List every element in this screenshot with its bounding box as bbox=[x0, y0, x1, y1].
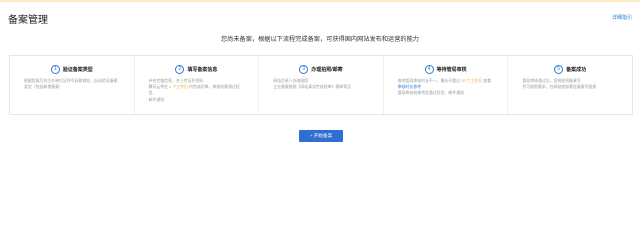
step-title: 办理拍照/邮寄 bbox=[311, 66, 343, 73]
step-description: 补充完整信息，并上传证件资料 腾讯云将在 1 个工作日 内完成初审，审核结果通过… bbox=[148, 78, 240, 102]
step-number: 1 bbox=[50, 64, 60, 74]
review-duration-link[interactable]: 审核时长参考 bbox=[398, 84, 421, 89]
step-1: 1 验证备案类型 根据您填写的主办单位证件号码和域名，自动验证备案 类型（包括新… bbox=[10, 56, 135, 114]
step-title: 填写备案信息 bbox=[187, 66, 218, 73]
step-number: 2 bbox=[175, 64, 185, 74]
top-accent-line bbox=[0, 0, 640, 2]
step-title: 验证备案类型 bbox=[62, 66, 93, 73]
highlight-days: 20 个工作日 bbox=[461, 78, 483, 83]
step-number: 5 bbox=[554, 64, 564, 74]
step-description: 管局审核通过后，您将收到备案号 并可按照要求，在网站底部悬挂备案号链接 bbox=[522, 78, 597, 90]
step-4: 4 等待管局审核 各地管局审核时长不一，最长不超过 20 个工作日 查看审核时长… bbox=[384, 56, 509, 114]
step-3: 3 办理拍照/邮寄 网站负责人办理拍照 企业备案根据《网站真实性核验单》需邮寄至 bbox=[259, 56, 384, 114]
step-title: 备案成功 bbox=[566, 66, 587, 73]
step-5: 5 备案成功 管局审核通过后，您将收到备案号 并可按照要求，在网站底部悬挂备案号… bbox=[508, 56, 632, 114]
step-number: 4 bbox=[424, 64, 434, 74]
highlight-days: 1 个工作日 bbox=[169, 84, 188, 90]
step-description: 各地管局审核时长不一，最长不超过 20 个工作日 查看审核时长参考 管局审核结果… bbox=[397, 78, 491, 96]
step-number: 3 bbox=[299, 64, 309, 74]
start-filing-button[interactable]: + 开始备案 bbox=[299, 130, 343, 142]
step-2: 2 填写备案信息 补充完整信息，并上传证件资料 腾讯云将在 1 个工作日 内完成… bbox=[135, 56, 260, 114]
step-description: 网站负责人办理拍照 企业备案根据《网站真实性核验单》需邮寄至 bbox=[273, 78, 351, 90]
steps-panel: 1 验证备案类型 根据您填写的主办单位证件号码和域名，自动验证备案 类型（包括新… bbox=[9, 55, 633, 115]
step-title: 等待管局审核 bbox=[436, 66, 467, 73]
subtitle: 您尚未备案，根据以下流程完成备案，可获得国内网站发布和运营的能力 bbox=[221, 36, 419, 43]
detail-guide-link[interactable]: 详细指引 bbox=[612, 14, 632, 21]
step-description: 根据您填写的主办单位证件号码和域名，自动验证备案 类型（包括新增备案） bbox=[24, 78, 118, 90]
page-title: 备案管理 bbox=[8, 15, 48, 26]
